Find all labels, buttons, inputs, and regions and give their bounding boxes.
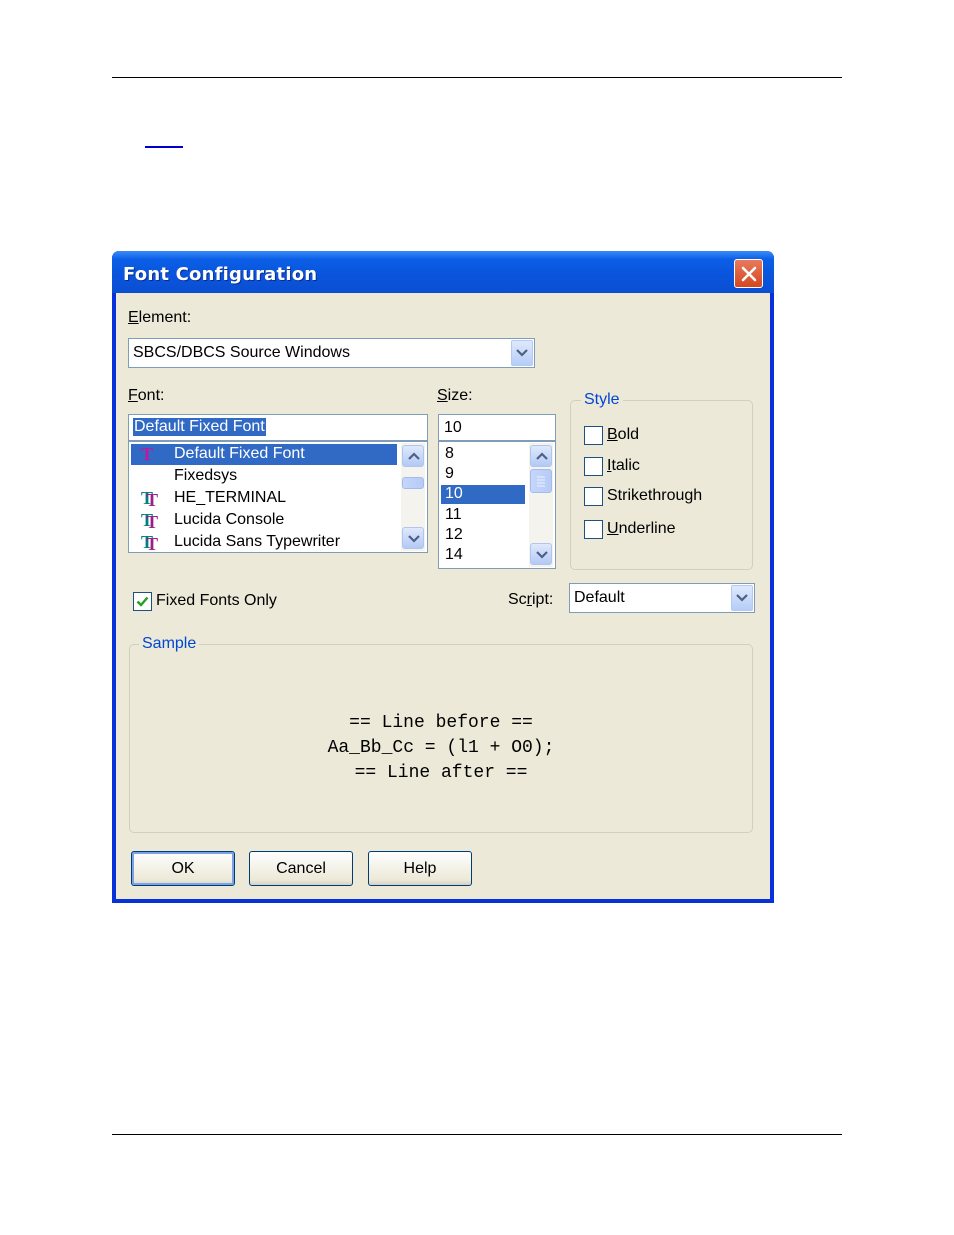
list-item[interactable]: 12 — [441, 525, 525, 546]
scroll-thumb[interactable] — [530, 469, 552, 493]
size-input[interactable]: 10 — [438, 414, 556, 441]
list-item[interactable]: 10 — [441, 485, 525, 504]
help-button[interactable]: Help — [368, 851, 472, 886]
truetype-icon: TT — [141, 532, 159, 553]
list-item[interactable]: 11 — [441, 505, 525, 526]
list-item[interactable]: TT Lucida Sans Typewriter — [131, 532, 397, 553]
scroll-up-button[interactable] — [530, 445, 552, 467]
list-item[interactable]: 9 — [441, 464, 525, 485]
title-bar[interactable]: Font Configuration — [112, 251, 774, 293]
font-configuration-dialog: Font Configuration Element: SBCS/DBCS So… — [112, 251, 774, 903]
sample-line-main: Aa_Bb_Cc = (l1 + O0); — [327, 738, 555, 758]
chevron-up-icon — [536, 452, 548, 460]
scroll-down-button[interactable] — [530, 543, 552, 565]
size-input-value: 10 — [444, 419, 462, 436]
bold-label: Bold — [607, 426, 640, 443]
font-input[interactable]: Default Fixed Font — [128, 414, 428, 441]
chevron-down-icon — [516, 349, 528, 357]
chevron-down-icon — [536, 551, 548, 559]
cancel-button[interactable]: Cancel — [249, 851, 353, 886]
chevron-down-icon — [736, 594, 748, 602]
font-input-value: Default Fixed Font — [133, 418, 266, 436]
list-item[interactable]: Fixedsys — [131, 466, 397, 487]
dialog-client: Element: SBCS/DBCS Source Windows Font: … — [116, 293, 770, 899]
script-label: Script: — [508, 591, 554, 608]
top-link-underline[interactable] — [145, 134, 183, 148]
ok-button[interactable]: OK — [131, 851, 235, 886]
scroll-up-button[interactable] — [402, 445, 424, 467]
list-item[interactable]: T Default Fixed Font — [131, 444, 397, 465]
size-list[interactable]: 8 9 10 11 12 14 — [438, 441, 556, 569]
chevron-down-icon — [408, 535, 420, 543]
scroll-thumb[interactable] — [402, 477, 424, 489]
grip-icon — [537, 476, 545, 487]
fixed-fonts-only-label: Fixed Fonts Only — [156, 592, 277, 609]
script-dropdown-button[interactable] — [731, 585, 753, 611]
strikethrough-label: Strikethrough — [607, 487, 703, 504]
list-item[interactable]: 14 — [441, 545, 525, 566]
element-dropdown-button[interactable] — [511, 340, 533, 366]
list-item[interactable]: TT HE_TERMINAL — [131, 488, 397, 509]
italic-checkbox[interactable] — [584, 457, 603, 476]
list-item[interactable]: 8 — [441, 444, 525, 465]
script-select[interactable]: Default — [569, 583, 755, 613]
script-select-value: Default — [574, 589, 625, 606]
font-list-scrollbar[interactable] — [401, 443, 425, 551]
size-label: Size: — [437, 387, 473, 404]
footer-rule — [112, 1134, 842, 1135]
size-list-scrollbar[interactable] — [529, 443, 553, 567]
close-button[interactable] — [734, 259, 763, 288]
font-list[interactable]: T Default Fixed Font Fixedsys TT HE_TERM… — [128, 441, 428, 553]
list-item[interactable]: TT Lucida Console — [131, 510, 397, 531]
fixed-fonts-only-checkbox[interactable] — [133, 592, 152, 611]
truetype-icon: TT — [141, 488, 159, 510]
close-icon — [741, 266, 757, 282]
sample-group-title: Sample — [139, 635, 200, 653]
element-label: Element: — [128, 309, 192, 326]
chevron-up-icon — [408, 452, 420, 460]
strikethrough-checkbox[interactable] — [584, 487, 603, 506]
element-select[interactable]: SBCS/DBCS Source Windows — [128, 338, 535, 368]
underline-label: Underline — [607, 520, 676, 537]
sample-line-before: == Line before == — [349, 713, 533, 733]
style-group-title: Style — [581, 391, 623, 409]
dialog-title: Font Configuration — [123, 264, 318, 285]
underline-checkbox[interactable] — [584, 520, 603, 539]
italic-label: Italic — [607, 457, 640, 474]
element-select-value: SBCS/DBCS Source Windows — [133, 344, 350, 361]
scroll-down-button[interactable] — [402, 527, 424, 549]
sample-line-after: == Line after == — [354, 763, 528, 783]
font-label: Font: — [128, 387, 165, 404]
checkmark-icon — [136, 596, 149, 607]
truetype-icon: TT — [141, 510, 159, 532]
header-rule — [112, 77, 842, 78]
bold-checkbox[interactable] — [584, 426, 603, 445]
